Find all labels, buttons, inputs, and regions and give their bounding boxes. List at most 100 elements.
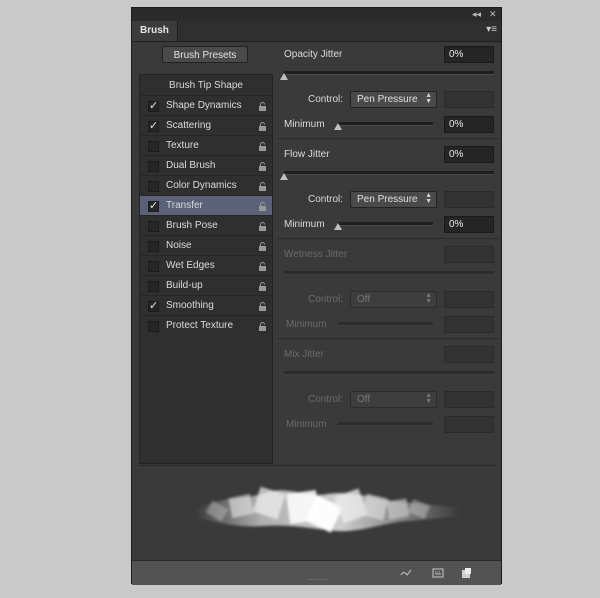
checkbox[interactable] <box>148 321 159 332</box>
list-item-label: Brush Pose <box>166 220 218 231</box>
flow-minimum-thumb[interactable] <box>334 223 342 230</box>
lock-icon[interactable] <box>258 222 267 231</box>
list-item-label: Scattering <box>166 120 212 131</box>
flow-control-value: Pen Pressure <box>357 194 418 205</box>
checkbox[interactable]: ✓ <box>148 301 159 312</box>
flow-control-select[interactable]: Pen Pressure ▲ ▼ <box>350 191 437 208</box>
brush-presets-button[interactable]: Brush Presets <box>162 46 248 63</box>
checkbox[interactable] <box>148 241 159 252</box>
stroke-preview-graphic <box>196 486 460 533</box>
divider <box>277 338 499 339</box>
brush-stroke-preview <box>138 465 495 552</box>
lock-icon[interactable] <box>258 102 267 111</box>
checkbox[interactable] <box>148 181 159 192</box>
list-item[interactable]: Brush Pose <box>140 215 272 235</box>
wetness-jitter-field <box>444 246 494 263</box>
list-item[interactable]: ✓ Scattering <box>140 115 272 135</box>
flow-minimum-field[interactable]: 0% <box>444 216 494 233</box>
opacity-minimum-thumb[interactable] <box>334 123 342 130</box>
lock-icon[interactable] <box>258 182 267 191</box>
checkbox[interactable] <box>148 141 159 152</box>
panel-title-bar: ◂◂ ✕ <box>132 8 501 21</box>
flow-jitter-label: Flow Jitter <box>284 149 330 160</box>
list-item[interactable]: Build-up <box>140 275 272 295</box>
opacity-minimum-field[interactable]: 0% <box>444 116 494 133</box>
mix-minimum-field <box>444 416 494 433</box>
checkbox[interactable]: ✓ <box>148 121 159 132</box>
flow-jitter-thumb[interactable] <box>280 173 288 180</box>
wetness-control-label: Control: <box>308 294 344 305</box>
tab-brush[interactable]: Brush <box>132 21 178 41</box>
toggle-live-tip-icon[interactable] <box>400 567 412 579</box>
mix-control-label: Control: <box>308 394 344 405</box>
flow-minimum-slider[interactable] <box>338 222 433 226</box>
collapse-icon[interactable]: ◂◂ <box>472 8 481 21</box>
brush-tip-shape-item[interactable]: Brush Tip Shape <box>140 77 272 95</box>
flow-jitter-slider[interactable] <box>284 171 494 175</box>
checkbox[interactable]: ✓ <box>148 101 159 112</box>
select-arrows-icon: ▲ ▼ <box>425 392 432 405</box>
mix-jitter-label: Mix Jitter <box>284 349 324 360</box>
list-item-label: Protect Texture <box>166 320 234 331</box>
list-item[interactable]: ✓ Transfer <box>140 195 272 215</box>
checkbox[interactable] <box>148 221 159 232</box>
lock-icon[interactable] <box>258 122 267 131</box>
resize-grip[interactable] <box>308 579 328 583</box>
opacity-jitter-thumb[interactable] <box>280 73 288 80</box>
lock-icon[interactable] <box>258 282 267 291</box>
wetness-control-field <box>444 291 494 308</box>
list-item-label: Build-up <box>166 280 203 291</box>
checkbox[interactable] <box>148 281 159 292</box>
list-item[interactable]: Color Dynamics <box>140 175 272 195</box>
mix-jitter-field <box>444 346 494 363</box>
lock-icon[interactable] <box>258 302 267 311</box>
wetness-minimum-field <box>444 316 494 333</box>
mix-control-value: Off <box>357 394 371 405</box>
wetness-control-select: Off ▲ ▼ <box>350 291 437 308</box>
flow-jitter-field[interactable]: 0% <box>444 146 494 163</box>
brush-panel: ◂◂ ✕ Brush ▾≡ Brush Presets Brush Tip Sh… <box>131 7 502 585</box>
opacity-minimum-slider[interactable] <box>338 122 433 126</box>
divider <box>277 238 499 239</box>
lock-icon[interactable] <box>258 262 267 271</box>
lock-icon[interactable] <box>258 322 267 331</box>
close-icon[interactable]: ✕ <box>489 8 497 21</box>
select-arrows-icon: ▲ ▼ <box>425 192 432 205</box>
list-item[interactable]: Wet Edges <box>140 255 272 275</box>
mix-control-select: Off ▲ ▼ <box>350 391 437 408</box>
new-brush-icon[interactable] <box>460 567 472 579</box>
list-item[interactable]: Noise <box>140 235 272 255</box>
opacity-jitter-field[interactable]: 0% <box>444 46 494 63</box>
list-item-label: Shape Dynamics <box>166 100 242 111</box>
mix-minimum-label: Minimum <box>286 419 327 430</box>
flow-minimum-label: Minimum <box>284 219 325 230</box>
opacity-jitter-label: Opacity Jitter <box>284 49 343 60</box>
list-item-label: Color Dynamics <box>166 180 237 191</box>
list-item[interactable]: ✓ Shape Dynamics <box>140 95 272 115</box>
lock-icon[interactable] <box>258 162 267 171</box>
list-item-label: Texture <box>166 140 199 151</box>
mix-jitter-slider <box>284 371 494 375</box>
brush-settings-list: Brush Tip Shape ✓ Shape Dynamics ✓ Scatteri… <box>139 74 273 464</box>
list-item-label: Smoothing <box>166 300 214 311</box>
wetness-jitter-slider <box>284 271 494 275</box>
checkbox[interactable] <box>148 261 159 272</box>
flow-control-label: Control: <box>308 194 344 205</box>
list-item[interactable]: Protect Texture <box>140 315 272 335</box>
list-item[interactable]: Dual Brush <box>140 155 272 175</box>
panel-menu-icon[interactable]: ▾≡ <box>486 25 497 35</box>
opacity-control-select[interactable]: Pen Pressure ▲ ▼ <box>350 91 437 108</box>
lock-icon[interactable] <box>258 142 267 151</box>
list-item[interactable]: Texture <box>140 135 272 155</box>
opacity-jitter-slider[interactable] <box>284 71 494 75</box>
opacity-control-value: Pen Pressure <box>357 94 418 105</box>
checkbox[interactable]: ✓ <box>148 201 159 212</box>
lock-icon[interactable] <box>258 202 267 211</box>
lock-icon[interactable] <box>258 242 267 251</box>
checkbox[interactable] <box>148 161 159 172</box>
list-item-label: Wet Edges <box>166 260 215 271</box>
opacity-control-label: Control: <box>308 94 344 105</box>
list-item[interactable]: ✓ Smoothing <box>140 295 272 315</box>
brush-grid-icon[interactable] <box>432 567 444 579</box>
wetness-jitter-label: Wetness Jitter <box>284 249 348 260</box>
